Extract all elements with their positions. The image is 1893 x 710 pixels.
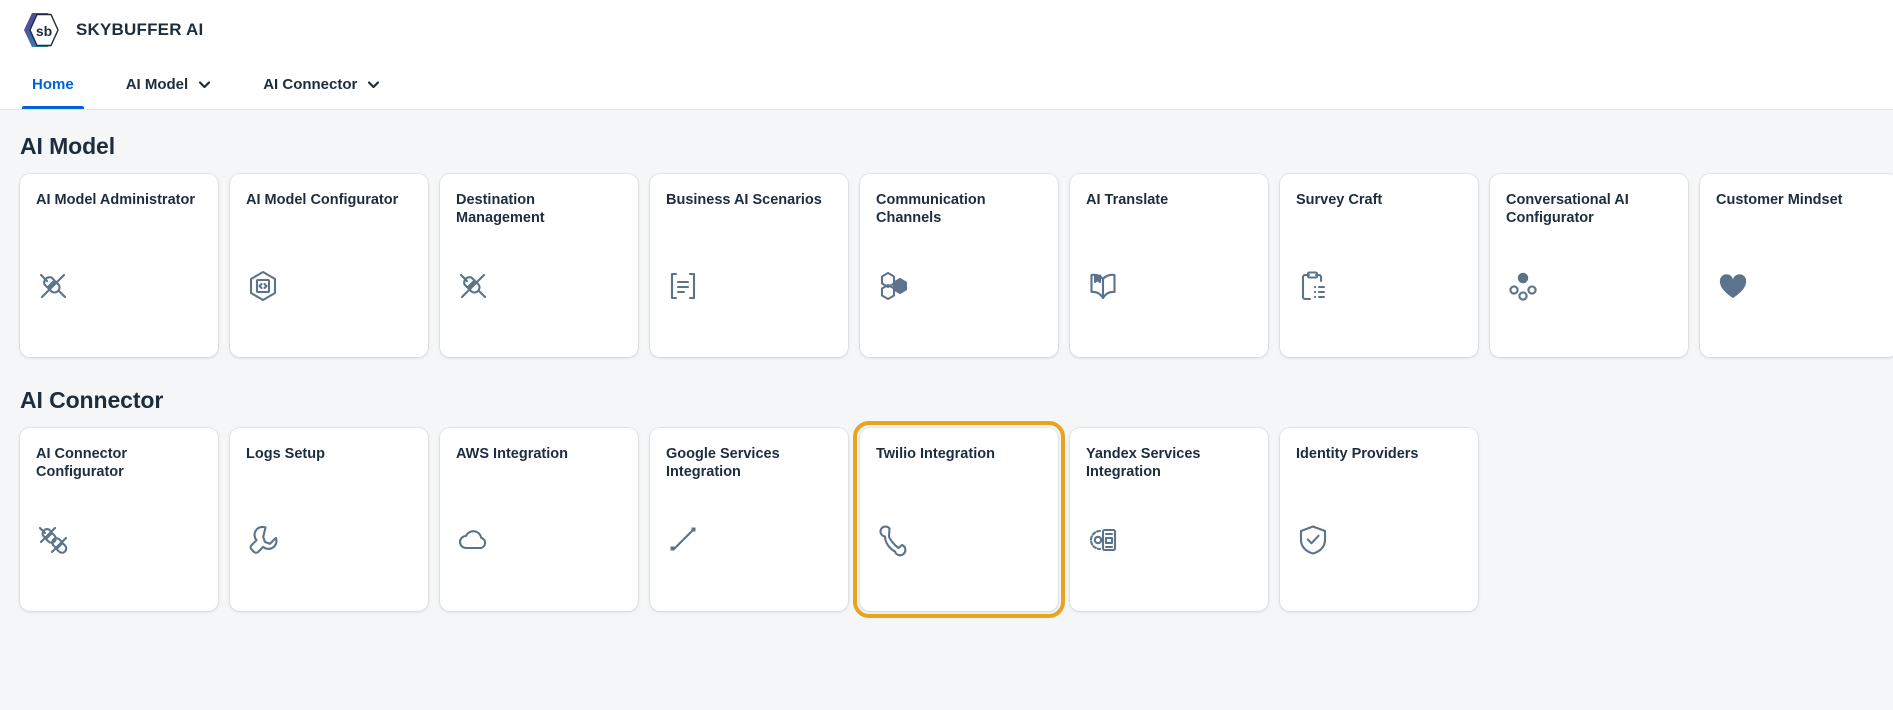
app-tile-title: Conversational AI Configurator	[1506, 192, 1629, 227]
app-tile[interactable]: Twilio Integration	[853, 421, 1065, 618]
diagonal-line-icon	[666, 523, 832, 557]
hexagon-code-icon	[246, 269, 412, 303]
app-tile-title: Twilio Integration	[876, 446, 995, 462]
app-tile[interactable]: Business AI Scenarios	[650, 174, 848, 357]
brand[interactable]: sb SKYBUFFER AI	[20, 9, 203, 51]
app-tile-title: AWS Integration	[456, 446, 568, 462]
page-content: AI Model AI Model Administrator AI Model …	[0, 109, 1893, 618]
app-tile[interactable]: Google Services Integration	[650, 428, 848, 611]
tab-home[interactable]: Home	[22, 60, 84, 109]
chevron-down-icon[interactable]	[367, 78, 380, 91]
heart-icon	[1716, 269, 1882, 303]
tab-ai-model[interactable]: AI Model	[116, 60, 222, 109]
app-tile-title: Identity Providers	[1296, 446, 1419, 462]
app-tile[interactable]: AWS Integration	[440, 428, 638, 611]
double-plug-icon	[36, 523, 202, 557]
hexagon-cluster-icon	[876, 269, 1042, 303]
app-tile-title: Destination Management	[456, 192, 545, 227]
phone-icon	[876, 523, 1042, 557]
app-title: SKYBUFFER AI	[76, 20, 204, 39]
shield-check-icon	[1296, 523, 1462, 557]
cloud-icon	[456, 523, 622, 557]
app-tile[interactable]: AI Connector Configurator	[20, 428, 218, 611]
svg-text:sb: sb	[36, 23, 52, 39]
app-tile-title: AI Translate	[1086, 192, 1169, 208]
app-tile[interactable]: Destination Management	[440, 174, 638, 357]
app-tile[interactable]: Logs Setup	[230, 428, 428, 611]
app-tile[interactable]: Communication Channels	[860, 174, 1058, 357]
plug-disconnected-icon	[456, 269, 622, 303]
card-row-ai-model: AI Model Administrator AI Model Configur…	[0, 174, 1893, 363]
app-tile[interactable]: Customer Mindset	[1700, 174, 1893, 357]
wrench-icon	[246, 523, 412, 557]
app-tile-title: Customer Mindset	[1716, 192, 1843, 208]
gear-document-icon	[1086, 523, 1252, 557]
app-tile-title: Yandex Services Integration	[1086, 446, 1201, 481]
app-tile-title: Communication Channels	[876, 192, 986, 227]
shell-header: sb SKYBUFFER AI	[0, 0, 1893, 60]
app-tile[interactable]: Survey Craft	[1280, 174, 1478, 357]
open-book-icon	[1086, 269, 1252, 303]
app-tile-title: AI Model Administrator	[36, 192, 195, 208]
document-brackets-icon	[666, 269, 832, 303]
tab-label: AI Model	[125, 76, 189, 93]
plug-disconnected-icon	[36, 269, 202, 303]
skybuffer-hexagon-logo-icon: sb	[20, 9, 62, 51]
dots-cluster-icon	[1506, 269, 1672, 303]
navigation-tabbar: Home AI Model AI Connector	[0, 60, 1893, 109]
chevron-down-icon[interactable]	[198, 78, 211, 91]
clipboard-list-icon	[1296, 269, 1462, 303]
app-tile-title: Google Services Integration	[666, 446, 780, 481]
app-tile-title: AI Model Configurator	[246, 192, 399, 208]
app-tile[interactable]: AI Model Configurator	[230, 174, 428, 357]
tab-label: Home	[32, 76, 74, 93]
app-tile[interactable]: Conversational AI Configurator	[1490, 174, 1688, 357]
app-tile[interactable]: AI Translate	[1070, 174, 1268, 357]
section-title-ai-model: AI Model	[20, 133, 116, 159]
tab-ai-connector[interactable]: AI Connector	[253, 60, 390, 109]
app-tile-title: Survey Craft	[1296, 192, 1383, 208]
section-title-ai-connector: AI Connector	[20, 387, 164, 413]
app-tile[interactable]: Identity Providers	[1280, 428, 1478, 611]
app-tile[interactable]: AI Model Administrator	[20, 174, 218, 357]
tab-label: AI Connector	[263, 76, 358, 93]
app-tile-title: Logs Setup	[246, 446, 325, 462]
app-tile[interactable]: Yandex Services Integration	[1070, 428, 1268, 611]
app-tile-title: Business AI Scenarios	[666, 192, 822, 208]
app-tile-title: AI Connector Configurator	[36, 446, 128, 481]
card-row-ai-connector: AI Connector Configurator Logs Setup AWS…	[0, 421, 1893, 618]
